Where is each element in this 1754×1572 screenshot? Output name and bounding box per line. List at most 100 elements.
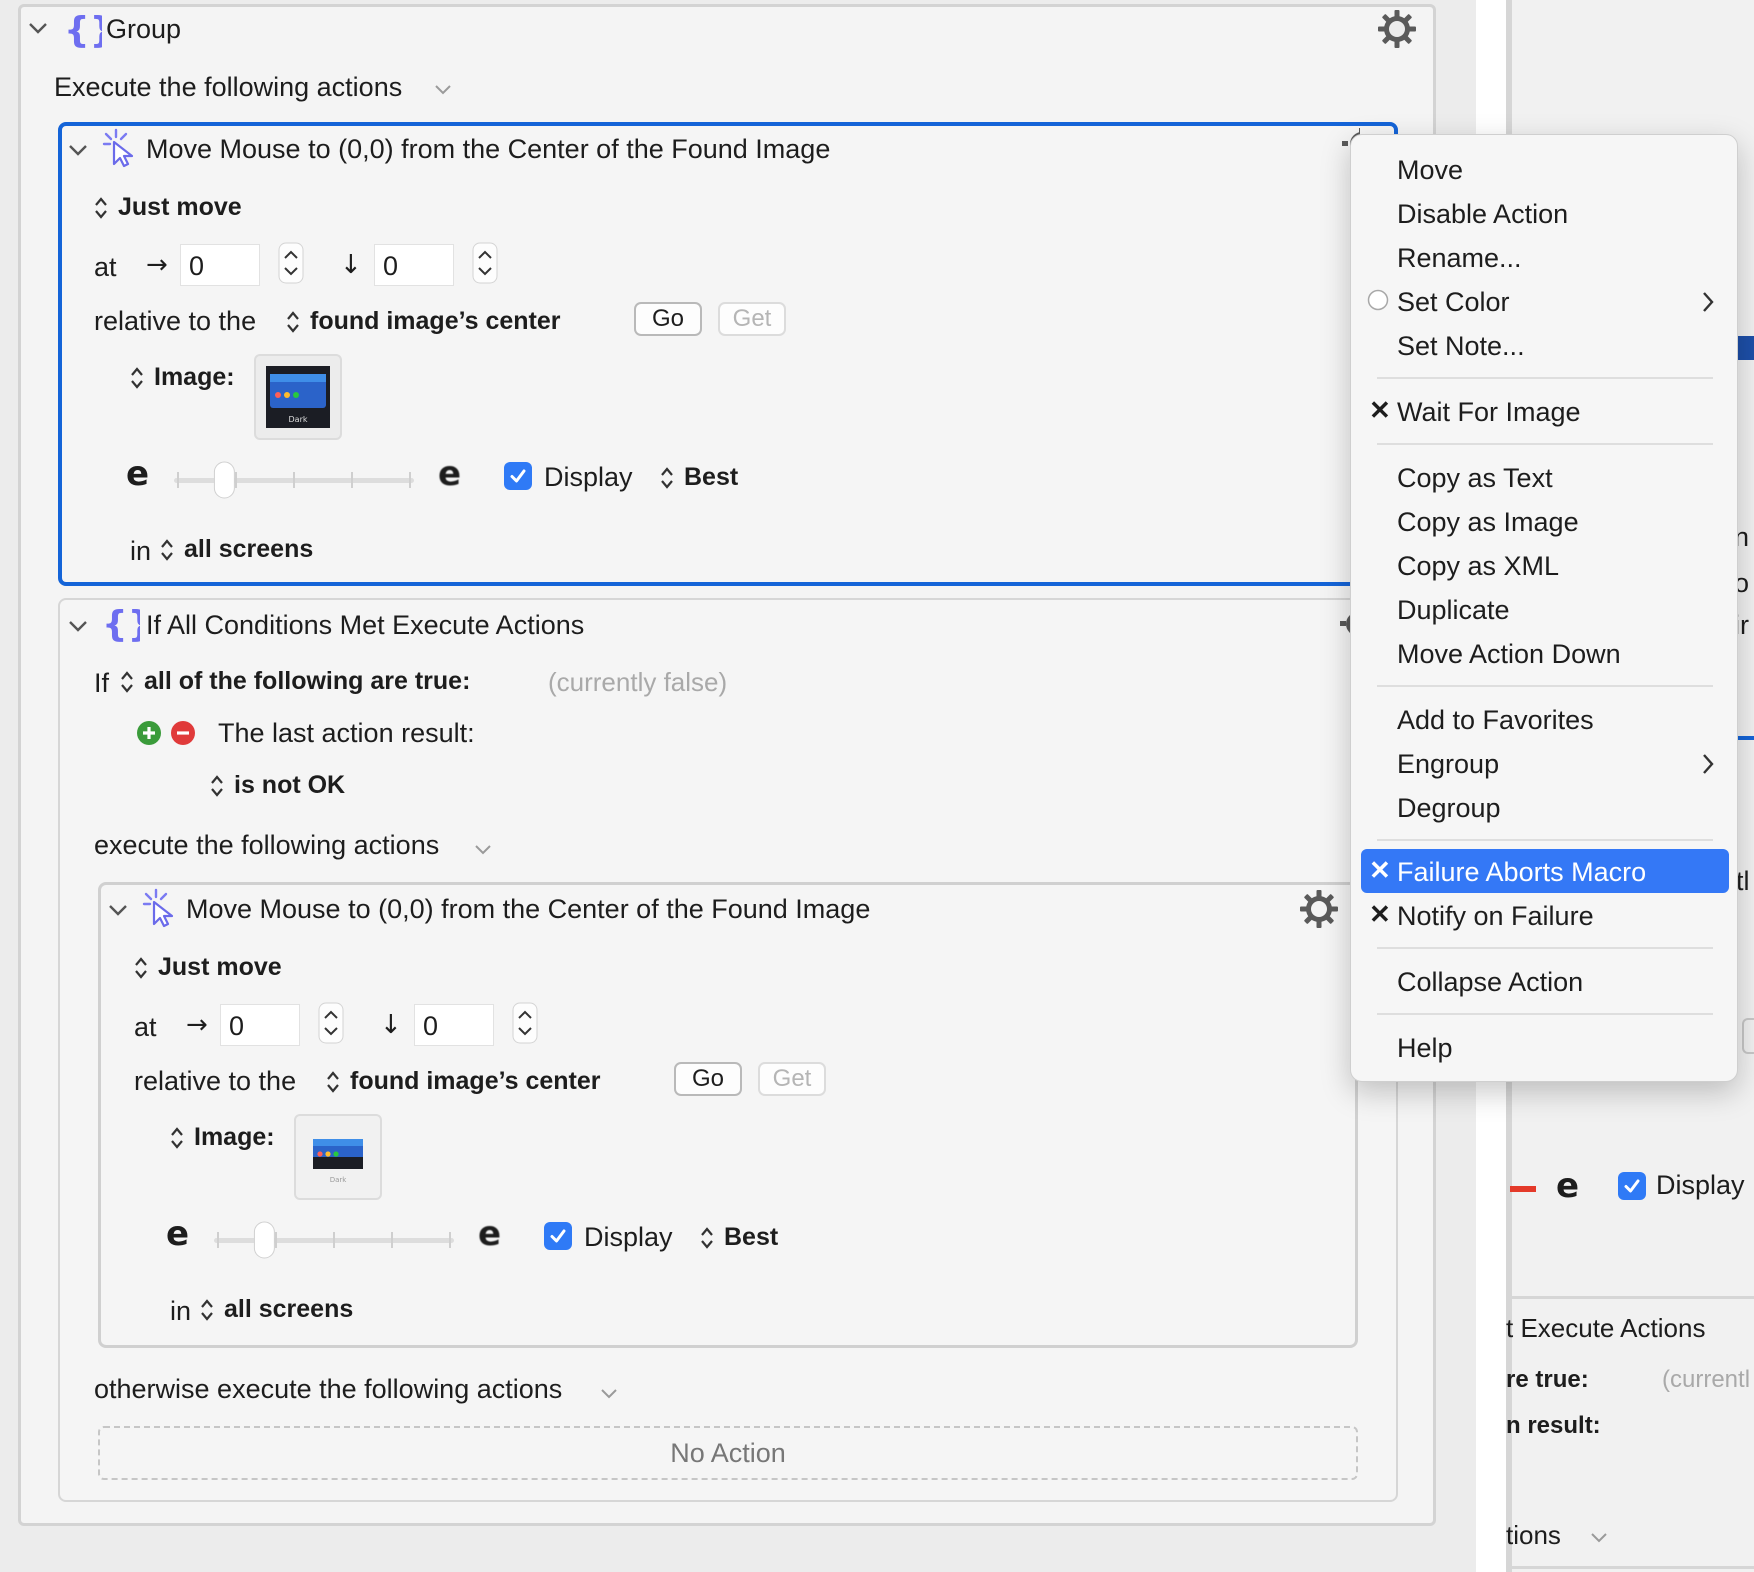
display-label[interactable]: Display [544,462,633,493]
condition-value-popup[interactable]: is not OK [234,771,345,800]
otherwise-label: otherwise execute the following actions [94,1374,563,1404]
updown-arrows-icon [211,775,223,797]
action-title[interactable]: Move Mouse to (0,0) from the Center of t… [186,894,870,925]
image-label[interactable]: Image: [154,363,235,392]
menu-item-collapse-action[interactable]: Collapse Action [1397,965,1583,999]
actions-fragment: tions [1506,1520,1561,1550]
chevron-down-icon[interactable] [1590,1532,1608,1544]
fuzz-high-icon: e [478,1214,502,1254]
fuzz-low-icon: e [126,454,150,494]
image-label[interactable]: Image: [194,1123,275,1152]
relative-popup[interactable]: found image’s center [350,1067,601,1096]
menu-item-set-note[interactable]: Set Note... [1397,329,1525,363]
no-action-dropzone[interactable]: No Action [98,1426,1358,1480]
get-button[interactable]: Get [758,1062,826,1096]
display-checkbox[interactable] [1618,1172,1646,1200]
stepper[interactable] [512,1002,538,1044]
submenu-chevron-icon [1703,754,1714,774]
menu-item-wait-for-image[interactable]: Wait For Image [1397,395,1581,429]
at-label: at [134,1012,157,1042]
y-field[interactable]: 0 [374,244,454,286]
updown-arrows-icon [171,1127,183,1149]
disclosure-chevron-icon[interactable] [68,620,88,634]
fuzziness-slider[interactable] [212,1220,458,1260]
x-field[interactable]: 0 [180,244,260,286]
menu-separator [1377,839,1713,841]
mode-popup[interactable]: Just move [158,953,282,982]
x-field[interactable]: 0 [220,1004,300,1046]
e-glyph: e [1556,1166,1580,1206]
dark-screenshot-thumbnail: Dark [313,1139,363,1184]
chevron-down-icon[interactable] [600,1388,618,1400]
updown-arrows-icon [95,197,107,219]
display-checkbox[interactable] [544,1222,572,1250]
fuzziness-slider[interactable] [172,460,418,500]
menu-item-move-action-down[interactable]: Move Action Down [1397,637,1621,671]
menu-item-copy-as-image[interactable]: Copy as Image [1397,505,1579,539]
menu-item-duplicate[interactable]: Duplicate [1397,593,1510,627]
updown-arrows-icon [701,1227,713,1249]
remove-condition-icon[interactable] [170,720,196,746]
if-action-title[interactable]: If All Conditions Met Execute Actions [146,610,584,641]
menu-item-set-color[interactable]: Set Color [1397,285,1510,319]
menu-item-copy-as-xml[interactable]: Copy as XML [1397,549,1559,583]
condition-mode-popup[interactable]: all of the following are true: [144,667,470,696]
disclosure-chevron-icon[interactable] [108,904,128,918]
display-label[interactable]: Display [584,1222,673,1253]
divider [1506,1296,1754,1299]
stepper[interactable] [318,1002,344,1044]
updown-arrows-icon [327,1071,339,1093]
menu-item-disable-action[interactable]: Disable Action [1397,197,1568,231]
move-mouse-action[interactable] [98,882,1358,1348]
menu-item-notify-on-failure[interactable]: Notify on Failure [1397,899,1594,933]
menu-item-move[interactable]: Move [1397,153,1463,187]
menu-separator [1377,377,1713,379]
best-popup[interactable]: Best [684,463,738,492]
if-label: If [94,668,110,698]
go-button[interactable]: Go [634,302,702,336]
stepper[interactable] [472,242,498,284]
disclosure-chevron-icon[interactable] [28,22,48,36]
menu-item-rename[interactable]: Rename... [1397,241,1522,275]
screens-popup[interactable]: all screens [184,535,313,564]
action-title[interactable]: Move Mouse to (0,0) from the Center of t… [146,134,830,165]
relative-label: relative to the [134,1066,297,1096]
menu-item-failure-aborts-macro[interactable]: Failure Aborts Macro [1397,855,1646,889]
chevron-down-icon[interactable] [434,84,452,96]
add-condition-icon[interactable] [136,720,162,746]
menu-item-engroup[interactable]: Engroup [1397,747,1499,781]
right-arrow-icon: → [186,1010,208,1040]
menu-item-degroup[interactable]: Degroup [1397,791,1501,825]
relative-label: relative to the [94,306,257,336]
screens-popup[interactable]: all screens [224,1295,353,1324]
image-well[interactable]: Dark [254,354,342,440]
stepper[interactable] [278,242,304,284]
no-action-label: No Action [670,1437,786,1468]
relative-popup[interactable]: found image’s center [310,307,561,336]
mode-popup[interactable]: Just move [118,193,242,222]
updown-arrows-icon [161,539,173,561]
condition-fragment: re true: [1506,1366,1589,1393]
menu-item-add-to-favorites[interactable]: Add to Favorites [1397,703,1594,737]
updown-arrows-icon [121,671,133,693]
check-mark-icon: ✕ [1369,855,1391,885]
display-checkbox[interactable] [504,462,532,490]
context-menu: Move Disable Action Rename... Set Color … [1350,134,1738,1082]
go-button[interactable]: Go [674,1062,742,1096]
check-mark-icon: ✕ [1369,395,1391,425]
at-label: at [94,252,117,282]
divider [1506,1566,1754,1569]
menu-item-copy-as-text[interactable]: Copy as Text [1397,461,1553,495]
get-button[interactable]: Get [718,302,786,336]
menu-item-help[interactable]: Help [1397,1031,1453,1065]
best-popup[interactable]: Best [724,1223,778,1252]
svg-text:{}: {} [102,604,140,644]
menu-separator [1377,1013,1713,1015]
gear-icon[interactable] [1298,888,1340,930]
chevron-down-icon[interactable] [474,844,492,856]
disclosure-chevron-icon[interactable] [68,144,88,158]
y-field[interactable]: 0 [414,1004,494,1046]
image-well[interactable]: Dark [294,1114,382,1200]
gear-icon[interactable] [1376,8,1418,50]
result-fragment: n result: [1506,1412,1601,1439]
